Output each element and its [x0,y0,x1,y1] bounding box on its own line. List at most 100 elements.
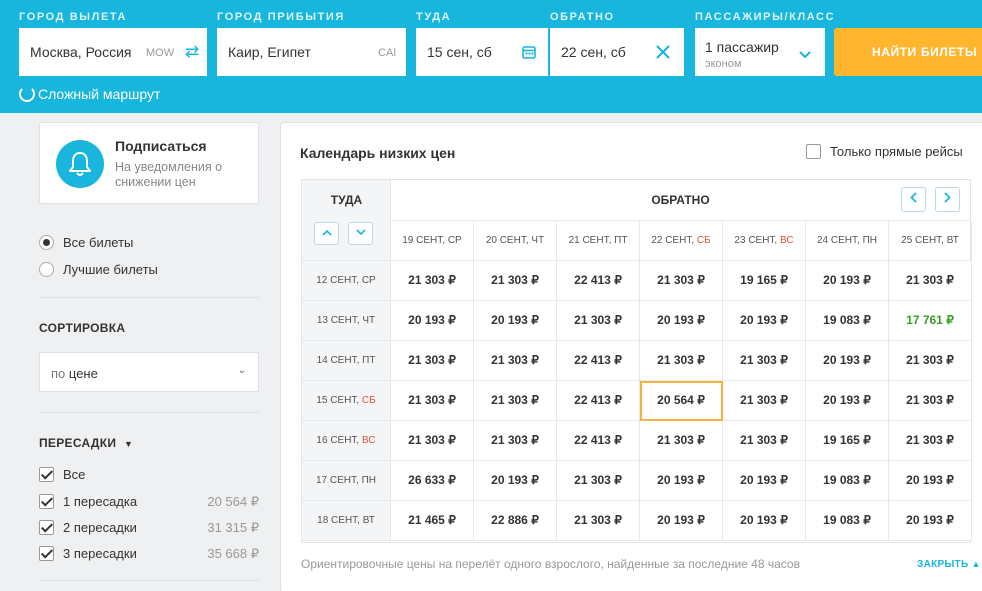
price-cell[interactable]: 20 193 ₽ [806,381,889,421]
price-cell[interactable]: 22 886 ₽ [474,501,557,541]
price-cell[interactable]: 21 303 ₽ [391,261,474,301]
price-cell[interactable]: 20 193 ₽ [806,341,889,381]
swap-icon[interactable]: ⇄ [185,43,199,61]
return-weekday: ПТ [614,235,628,246]
subscribe-card[interactable]: Подписаться На уведомления о снижении це… [39,122,259,204]
transfers-title: ПЕРЕСАДКИ [39,436,117,450]
price-cell[interactable]: 21 303 ₽ [723,341,806,381]
close-calendar-link[interactable]: ЗАКРЫТЬ ▲ [917,559,981,570]
depart-label: ТУДА [416,11,452,23]
price-cell[interactable]: 22 413 ₽ [557,261,640,301]
price-cell[interactable]: 21 303 ₽ [889,261,972,301]
price-cell[interactable]: 20 193 ₽ [474,461,557,501]
price-cell[interactable]: 21 303 ₽ [557,461,640,501]
return-date-field[interactable]: 22 сен, сб [550,28,684,76]
return-header: ОБРАТНО [651,193,710,207]
price-cell[interactable]: 21 303 ₽ [474,381,557,421]
depart-date-header: 12 СЕНТ, СР [302,261,391,301]
chevron-up-icon [321,229,332,236]
checkbox[interactable] [39,520,54,535]
price-cell[interactable]: 20 564 ₽ [640,381,723,421]
chevron-down-icon [355,229,366,236]
price-cell[interactable]: 21 303 ₽ [723,381,806,421]
price-cell[interactable]: 21 465 ₽ [391,501,474,541]
price-cell[interactable]: 21 303 ₽ [889,381,972,421]
price-cell[interactable]: 20 193 ₽ [889,461,972,501]
price-cell[interactable]: 21 303 ₽ [391,381,474,421]
price-cell[interactable]: 17 761 ₽ [889,301,972,341]
destination-field[interactable]: Каир, Египет CAI [217,28,406,76]
price-cell[interactable]: 21 303 ₽ [474,421,557,461]
price-cell[interactable]: 22 413 ₽ [557,381,640,421]
price-cell[interactable]: 20 193 ₽ [640,461,723,501]
price-cell[interactable]: 19 083 ₽ [806,461,889,501]
price-cell[interactable]: 20 193 ₽ [391,301,474,341]
price-cell[interactable]: 20 193 ₽ [723,461,806,501]
transfers-toggle[interactable]: ПЕРЕСАДКИ ▼ [39,436,133,450]
price-cell[interactable]: 21 303 ₽ [889,341,972,381]
transfer-filter-item[interactable]: 3 пересадки 35 668 ₽ [39,546,259,564]
divider [39,580,259,581]
price-cell[interactable]: 21 303 ₽ [723,421,806,461]
return-label: ОБРАТНО [550,11,615,23]
price-cell[interactable]: 21 303 ₽ [557,501,640,541]
transfer-filter-label: 3 пересадки [63,546,137,561]
bell-icon [56,140,104,188]
depart-date-field[interactable]: 15 сен, сб [416,28,548,76]
price-cell[interactable]: 19 165 ₽ [806,421,889,461]
return-date: 23 СЕНТ, [734,235,778,246]
price-cell[interactable]: 20 193 ₽ [640,501,723,541]
pax-label: ПАССАЖИРЫ/КЛАСС [695,11,836,23]
direct-only-checkbox[interactable]: Только прямые рейсы [806,144,963,159]
price-cell[interactable]: 20 193 ₽ [640,301,723,341]
price-cell[interactable]: 19 165 ₽ [723,261,806,301]
clear-return-icon[interactable] [656,45,670,64]
transfer-filter-item[interactable]: 2 пересадки 31 315 ₽ [39,520,259,538]
price-cell[interactable]: 20 193 ₽ [889,501,972,541]
depart-date-header: 15 СЕНТ, СБ [302,381,391,421]
price-cell[interactable]: 21 303 ₽ [640,421,723,461]
complex-route-link[interactable]: Сложный маршрут [19,86,160,102]
price-cell[interactable]: 22 413 ₽ [557,341,640,381]
return-date-header: 24 СЕНТ, ПН [806,221,889,261]
radio-best-tickets[interactable]: Лучшие билеты [39,262,158,277]
origin-code: MOW [146,47,175,59]
transfer-filter-item[interactable]: 1 пересадка 20 564 ₽ [39,494,259,512]
price-cell[interactable]: 20 193 ₽ [723,501,806,541]
price-cell[interactable]: 21 303 ₽ [474,261,557,301]
prev-depart-week-button[interactable] [314,222,339,245]
price-cell[interactable]: 21 303 ₽ [557,301,640,341]
checkbox[interactable] [39,467,54,482]
price-cell[interactable]: 21 303 ₽ [889,421,972,461]
price-cell[interactable]: 26 633 ₽ [391,461,474,501]
price-cell[interactable]: 20 193 ₽ [806,261,889,301]
price-cell[interactable]: 20 193 ₽ [474,301,557,341]
price-cell[interactable]: 19 083 ₽ [806,501,889,541]
price-cell[interactable]: 22 413 ₽ [557,421,640,461]
checkbox[interactable] [806,144,821,159]
price-cell[interactable]: 19 083 ₽ [806,301,889,341]
radio-button[interactable] [39,262,54,277]
prev-return-week-button[interactable] [901,187,926,212]
sort-select[interactable]: по цене ⌄ [39,352,259,392]
checkbox[interactable] [39,546,54,561]
transfer-filter-item[interactable]: Все [39,467,259,485]
radio-all-tickets[interactable]: Все билеты [39,235,133,250]
chevron-left-icon [910,192,917,203]
next-depart-week-button[interactable] [348,222,373,245]
passengers-field[interactable]: 1 пассажир эконом [695,28,825,76]
depart-date: 17 СЕНТ, [316,475,359,486]
origin-field[interactable]: Москва, Россия MOW ⇄ [19,28,207,76]
price-cell[interactable]: 21 303 ₽ [640,261,723,301]
price-cell[interactable]: 20 193 ₽ [723,301,806,341]
checkbox[interactable] [39,494,54,509]
price-cell[interactable]: 21 303 ₽ [391,421,474,461]
price-cell[interactable]: 21 303 ₽ [474,341,557,381]
radio-button[interactable] [39,235,54,250]
calendar-icon[interactable] [522,45,536,64]
price-cell[interactable]: 21 303 ₽ [391,341,474,381]
find-tickets-button[interactable]: НАЙТИ БИЛЕТЫ [834,28,982,76]
next-return-week-button[interactable] [935,187,960,212]
price-cell[interactable]: 21 303 ₽ [640,341,723,381]
caret-down-icon: ▼ [123,439,134,449]
